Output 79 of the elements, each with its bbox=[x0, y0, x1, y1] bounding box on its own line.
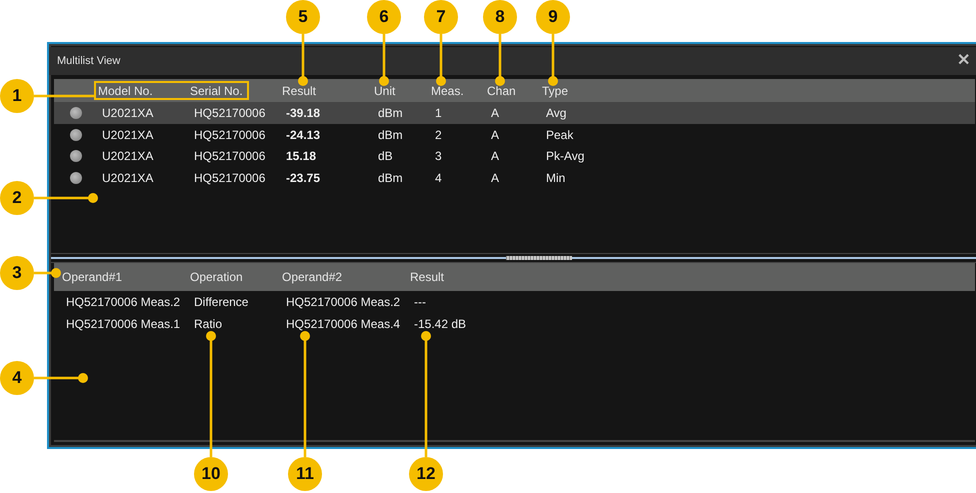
table-cell-text: -24.13 bbox=[285, 128, 322, 142]
table-cell-text: dB bbox=[377, 149, 394, 164]
column-header: Result bbox=[281, 84, 318, 98]
close-button[interactable]: ✕ bbox=[955, 52, 972, 70]
table-cell-text: --- bbox=[413, 295, 427, 309]
column-header: Operand#1 bbox=[61, 270, 124, 284]
table-cell-text: U2021XA bbox=[101, 149, 154, 164]
table-cell-text: 1 bbox=[434, 106, 443, 120]
column-header: Unit bbox=[373, 84, 396, 98]
table-cell-text: U2021XA bbox=[101, 128, 154, 142]
table-cell-text: U2021XA bbox=[101, 106, 154, 120]
leader-line bbox=[34, 373, 88, 383]
callout-number: 9 bbox=[536, 0, 570, 34]
table-row[interactable]: U2021XA HQ52170006 -24.13 dBm 2 A Peak bbox=[54, 124, 975, 146]
led-icon bbox=[70, 150, 82, 162]
column-header: Operand#2 bbox=[281, 270, 344, 284]
callout-number: 11 bbox=[288, 457, 322, 491]
callout-number: 2 bbox=[0, 181, 34, 215]
callout-number: 3 bbox=[0, 256, 34, 290]
table-cell-text: U2021XA bbox=[101, 170, 154, 185]
table-row[interactable]: U2021XA HQ52170006 -39.18 dBm 1 A Avg bbox=[54, 102, 975, 124]
leader-line bbox=[379, 34, 389, 86]
table-cell-text: 4 bbox=[434, 170, 443, 185]
table-cell-text: Difference bbox=[193, 295, 250, 309]
leader-line bbox=[34, 94, 96, 98]
leader-line bbox=[34, 193, 98, 203]
led-icon bbox=[70, 128, 82, 141]
splitter-handle[interactable] bbox=[51, 253, 976, 263]
led-icon bbox=[70, 106, 82, 119]
table-cell-text: 15.18 bbox=[285, 149, 318, 164]
leader-line bbox=[298, 34, 308, 86]
callout-number: 10 bbox=[194, 457, 228, 491]
table-cell-text: dBm bbox=[377, 128, 404, 142]
leader-line bbox=[495, 34, 505, 86]
table-cell-text: dBm bbox=[377, 106, 404, 120]
column-header: Meas. bbox=[430, 84, 465, 98]
leader-line bbox=[34, 268, 61, 278]
table-row[interactable]: U2021XA HQ52170006 -23.75 dBm 4 A Min bbox=[54, 167, 975, 189]
table-cell-text: A bbox=[490, 128, 500, 142]
table-cell-text: Avg bbox=[545, 106, 568, 120]
callout-number: 1 bbox=[0, 79, 34, 113]
led-icon bbox=[70, 172, 82, 184]
table-cell-text: A bbox=[490, 149, 500, 164]
table-cell-text: Pk-Avg bbox=[545, 149, 586, 164]
column-header: Chan bbox=[486, 84, 517, 98]
table-cell-text: HQ52170006 Meas.4 bbox=[285, 317, 402, 331]
column-header: Operation bbox=[189, 270, 244, 284]
table-cell-text: Peak bbox=[545, 128, 574, 142]
callout-number: 6 bbox=[367, 0, 401, 34]
table-cell-text: dBm bbox=[377, 170, 404, 185]
column-header: Serial No. bbox=[189, 84, 244, 98]
table-cell-text: 3 bbox=[434, 149, 443, 164]
table-cell-text: -23.75 bbox=[285, 170, 322, 185]
table-cell-text: HQ52170006 Meas.2 bbox=[285, 295, 402, 309]
window-title: Multilist View bbox=[57, 55, 120, 67]
column-header: Type bbox=[541, 84, 570, 98]
table-cell-text: Min bbox=[545, 170, 566, 185]
table-cell-text: HQ52170006 Meas.1 bbox=[65, 317, 182, 331]
table-cell-text: Ratio bbox=[193, 317, 224, 331]
table-cell-text: -39.18 bbox=[285, 106, 322, 120]
leader-line bbox=[436, 34, 446, 86]
table-cell-text: 2 bbox=[434, 128, 443, 142]
table-cell-text: HQ52170006 bbox=[193, 149, 266, 164]
table-row[interactable]: U2021XA HQ52170006 15.18 dB 3 A Pk-Avg bbox=[54, 145, 975, 168]
column-header: Model No. bbox=[97, 84, 154, 98]
callout-number: 12 bbox=[409, 457, 443, 491]
callout-number: 7 bbox=[424, 0, 458, 34]
table-cell-text: HQ52170006 bbox=[193, 128, 266, 142]
leader-line bbox=[548, 34, 558, 86]
table-cell-text: HQ52170006 Meas.2 bbox=[65, 295, 182, 309]
column-header: Result bbox=[409, 270, 446, 284]
callout-number: 5 bbox=[286, 0, 320, 34]
table-cell-text: -15.42 dB bbox=[413, 317, 468, 331]
table-cell-text: A bbox=[490, 170, 500, 185]
table-cell-text: A bbox=[490, 106, 500, 120]
callout-number: 8 bbox=[483, 0, 517, 34]
table-cell-text: HQ52170006 bbox=[193, 106, 266, 120]
table-cell-text: HQ52170006 bbox=[193, 170, 266, 185]
callout-number: 4 bbox=[0, 361, 34, 395]
